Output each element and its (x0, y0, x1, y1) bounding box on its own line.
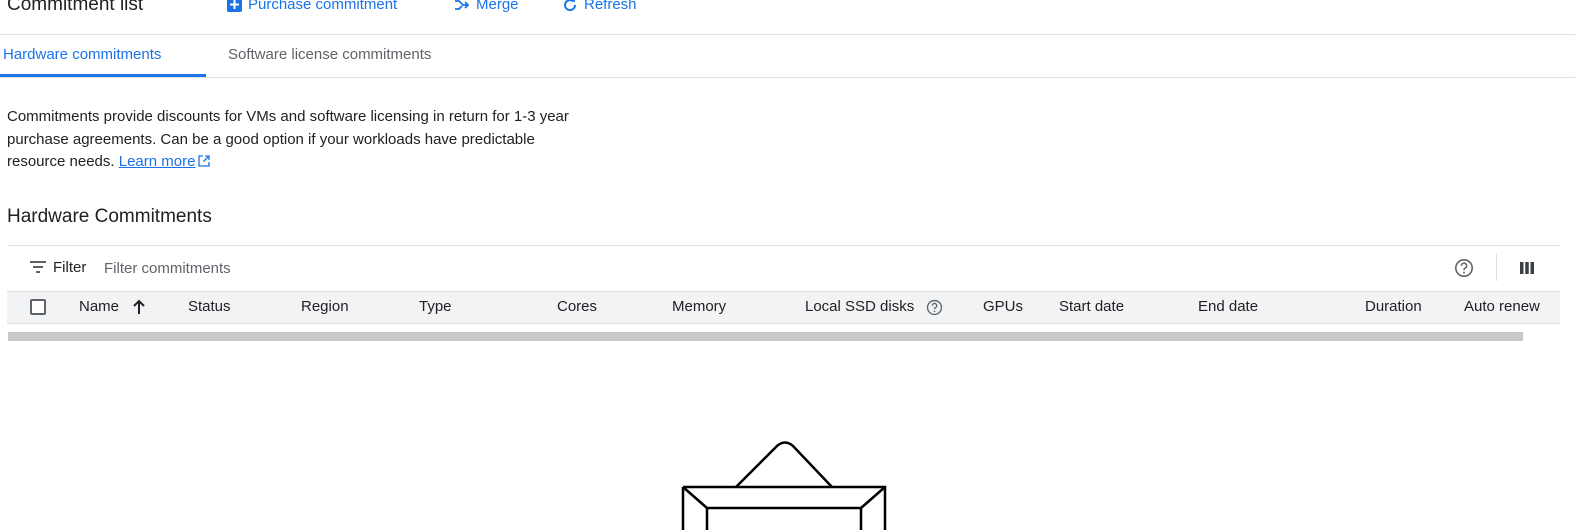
section-title: Hardware Commitments (7, 206, 212, 227)
tab-software-license-commitments[interactable]: Software license commitments (228, 46, 431, 63)
add-box-icon (227, 0, 242, 12)
column-header-duration[interactable]: Duration (1365, 298, 1422, 315)
column-header-status[interactable]: Status (188, 298, 231, 315)
page-title: Commitment list (7, 0, 144, 15)
purchase-commitment-button[interactable]: Purchase commitment (227, 0, 397, 13)
column-header-name[interactable]: Name (79, 298, 119, 315)
commitments-description: Commitments provide discounts for VMs an… (7, 106, 577, 174)
column-header-auto-renew[interactable]: Auto renew (1464, 298, 1540, 315)
merge-icon (455, 0, 470, 10)
column-header-region[interactable]: Region (301, 298, 349, 315)
column-header-local-ssd-disks[interactable]: Local SSD disks (805, 298, 914, 315)
tab-hardware-commitments[interactable]: Hardware commitments (3, 46, 161, 63)
column-header-end-date[interactable]: End date (1198, 298, 1258, 315)
column-header-gpus[interactable]: GPUs (983, 298, 1023, 315)
column-header-memory[interactable]: Memory (672, 298, 726, 315)
learn-more-label: Learn more (118, 153, 196, 170)
column-header-start-date[interactable]: Start date (1059, 298, 1124, 315)
select-all-checkbox[interactable] (30, 299, 46, 315)
table-top-border (7, 245, 1560, 246)
refresh-button[interactable]: Refresh (562, 0, 637, 13)
column-display-icon[interactable] (1519, 260, 1535, 276)
column-header-cores[interactable]: Cores (557, 298, 597, 315)
tabs-divider (0, 77, 1575, 78)
learn-more-link[interactable]: Learn more (119, 153, 211, 170)
header-divider (0, 34, 1575, 35)
filter-label: Filter (53, 259, 87, 276)
open-in-new-icon (198, 155, 211, 167)
merge-label: Merge (476, 0, 519, 13)
column-header-type[interactable]: Type (419, 298, 452, 315)
purchase-commitment-label: Purchase commitment (248, 0, 398, 13)
toolbar-separator (1496, 253, 1497, 281)
merge-button[interactable]: Merge (454, 0, 519, 13)
horizontal-scrollbar[interactable] (8, 332, 1523, 341)
refresh-icon (564, 0, 577, 11)
filter-input[interactable] (104, 257, 1404, 279)
help-icon[interactable] (1454, 258, 1474, 278)
filter-icon (30, 261, 46, 273)
arrow-up-icon[interactable] (131, 299, 147, 315)
empty-state-illustration (681, 441, 887, 530)
help-icon[interactable] (926, 299, 943, 316)
table-header (7, 291, 1560, 324)
description-text: Commitments provide discounts for VMs an… (7, 108, 569, 170)
refresh-label: Refresh (584, 0, 637, 13)
